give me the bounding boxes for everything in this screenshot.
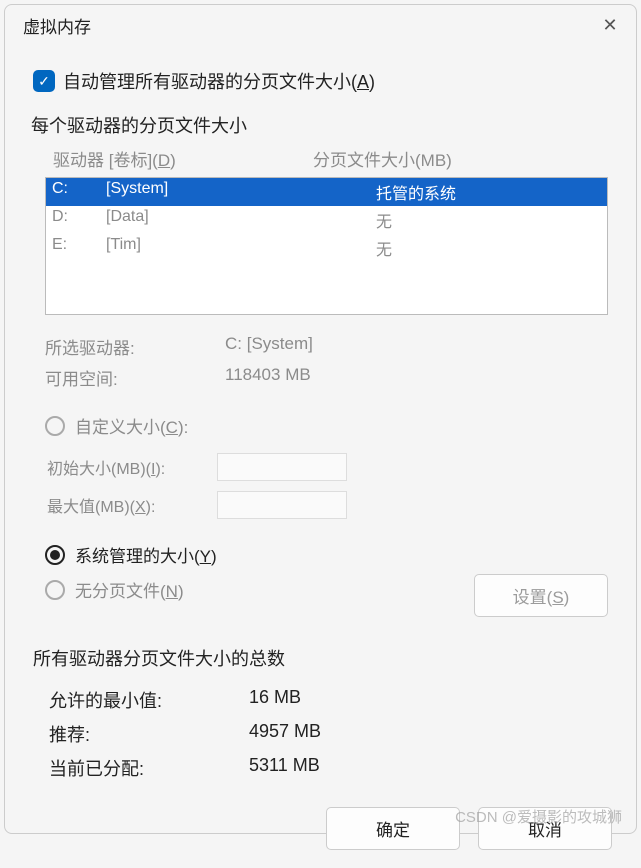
radio-custom-size[interactable]: 自定义大小(C): (45, 413, 608, 438)
drive-row[interactable]: E: [Tim] 无 (46, 234, 607, 262)
set-button-row: 设置(S) (33, 574, 608, 617)
close-button[interactable]: ✕ (598, 14, 622, 38)
totals-row-recommended: 推荐: 4957 MB (49, 717, 608, 751)
totals-header: 所有驱动器分页文件大小的总数 (33, 645, 608, 671)
set-button[interactable]: 设置(S) (474, 574, 608, 617)
totals-section: 所有驱动器分页文件大小的总数 允许的最小值: 16 MB 推荐: 4957 MB… (33, 645, 608, 785)
virtual-memory-dialog: 虚拟内存 ✕ ✓ 自动管理所有驱动器的分页文件大小(A) 每个驱动器的分页文件大… (4, 4, 637, 834)
dialog-content: ✓ 自动管理所有驱动器的分页文件大小(A) 每个驱动器的分页文件大小 驱动器 [… (5, 44, 636, 795)
titlebar: 虚拟内存 ✕ (5, 5, 636, 44)
totals-rows: 允许的最小值: 16 MB 推荐: 4957 MB 当前已分配: 5311 MB (49, 683, 608, 785)
cancel-button[interactable]: 取消 (478, 807, 612, 850)
auto-manage-checkbox[interactable]: ✓ (33, 70, 55, 92)
drives-section-header: 每个驱动器的分页文件大小 (31, 112, 608, 138)
drive-list-area: 驱动器 [卷标](D) 分页文件大小(MB) C: [System] 托管的系统… (45, 142, 608, 315)
check-icon: ✓ (38, 73, 50, 90)
initial-size-input (217, 453, 347, 481)
col-header-drive: 驱动器 [卷标](D) (53, 146, 313, 171)
col-header-size: 分页文件大小(MB) (313, 146, 600, 171)
auto-manage-row[interactable]: ✓ 自动管理所有驱动器的分页文件大小(A) (33, 68, 608, 94)
max-size-input (217, 491, 347, 519)
dialog-title: 虚拟内存 (23, 13, 91, 38)
close-icon: ✕ (602, 15, 617, 36)
info-row-selected-drive: 所选驱动器: C: [System] (45, 331, 608, 362)
radio-icon (45, 416, 65, 436)
totals-row-minimum: 允许的最小值: 16 MB (49, 683, 608, 717)
drive-list-headers: 驱动器 [卷标](D) 分页文件大小(MB) (45, 142, 608, 175)
ok-button[interactable]: 确定 (326, 807, 460, 850)
max-size-row: 最大值(MB)(X): (47, 486, 608, 524)
info-row-free-space: 可用空间: 118403 MB (45, 362, 608, 393)
drive-row[interactable]: D: [Data] 无 (46, 206, 607, 234)
auto-manage-label: 自动管理所有驱动器的分页文件大小(A) (63, 68, 375, 94)
drive-listbox[interactable]: C: [System] 托管的系统 D: [Data] 无 E: [Tim] 无 (45, 177, 608, 315)
dialog-buttons: 确定 取消 (5, 795, 636, 868)
totals-row-allocated: 当前已分配: 5311 MB (49, 751, 608, 785)
radio-system-managed[interactable]: 系统管理的大小(Y) (45, 542, 608, 567)
selected-drive-info: 所选驱动器: C: [System] 可用空间: 118403 MB (45, 331, 608, 393)
drive-row[interactable]: C: [System] 托管的系统 (46, 178, 607, 206)
initial-size-row: 初始大小(MB)(I): (47, 448, 608, 486)
radio-icon (45, 545, 65, 565)
